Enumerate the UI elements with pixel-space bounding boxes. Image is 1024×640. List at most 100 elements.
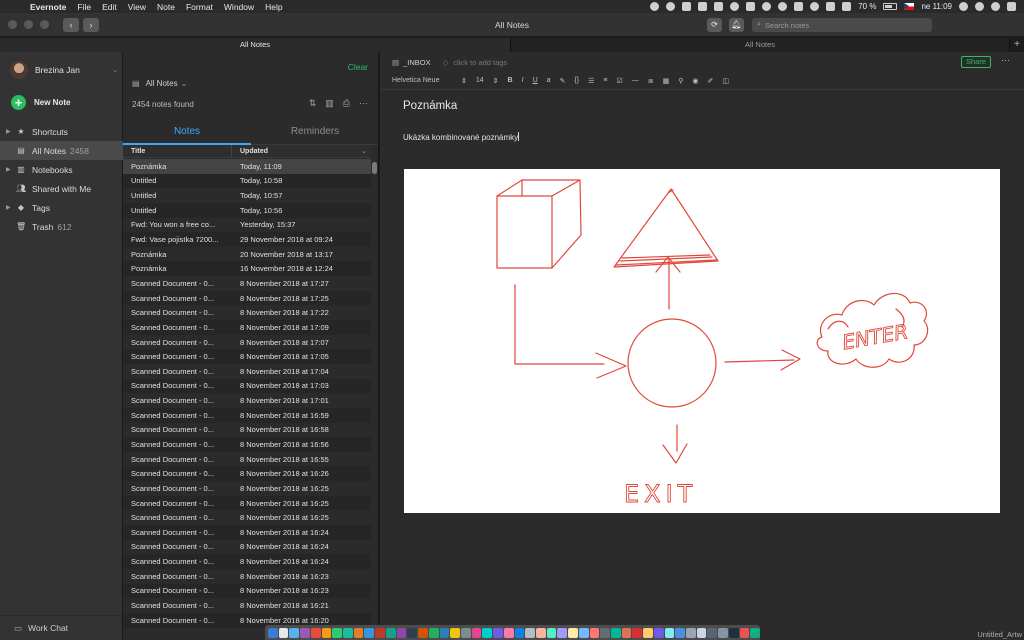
airplay-icon[interactable] <box>826 2 836 11</box>
tray-time-machine-icon[interactable] <box>762 2 772 11</box>
dock-app-icon[interactable] <box>268 627 278 638</box>
volume-icon[interactable] <box>842 2 852 11</box>
notifications-button[interactable]: 🔔︎ <box>729 18 744 32</box>
tab-reminders[interactable]: Reminders <box>251 119 378 145</box>
new-note-button[interactable]: + New Note <box>11 95 70 110</box>
table-row[interactable]: Scanned Document - 0... 8 November 2018 a… <box>123 554 371 569</box>
dock-app-icon[interactable] <box>632 627 643 638</box>
dock-app-icon[interactable] <box>300 627 310 638</box>
battery-percent[interactable]: 70 % <box>858 2 876 11</box>
tab-notes[interactable]: Notes <box>123 119 251 145</box>
table-row[interactable]: Scanned Document - 0... 8 November 2018 a… <box>123 452 371 467</box>
share-list-icon[interactable]: ⎙ <box>343 98 350 109</box>
table-row[interactable]: Scanned Document - 0... 8 November 2018 a… <box>123 525 371 540</box>
menu-edit[interactable]: Edit <box>102 2 117 12</box>
tray-app-icon[interactable] <box>650 2 660 11</box>
dock-app-icon[interactable] <box>289 627 300 638</box>
dock-app-icon[interactable] <box>503 627 514 638</box>
font-family-select[interactable]: Helvetica Neue <box>392 77 452 84</box>
table-row[interactable]: Scanned Document - 0... 8 November 2018 a… <box>123 540 371 555</box>
dock-app-icon[interactable] <box>396 627 407 638</box>
sketch-icon[interactable]: ✐ <box>708 77 714 85</box>
sort-icon[interactable]: ⇅ <box>309 98 317 109</box>
dock-app-icon[interactable] <box>578 627 589 638</box>
table-row[interactable]: Scanned Document - 0... 8 November 2018 a… <box>123 378 371 394</box>
dock-app-icon[interactable] <box>353 627 364 638</box>
table-row[interactable]: Untitled Today, 10:57 <box>123 188 371 203</box>
table-row[interactable]: Scanned Document - 0... 8 November 2018 a… <box>123 335 371 350</box>
table-row[interactable]: Scanned Document - 0... 8 November 2018 a… <box>123 437 371 452</box>
dock-app-icon[interactable] <box>686 627 696 638</box>
numbered-list-icon[interactable]: ≡ <box>603 77 607 84</box>
dock-app-icon[interactable] <box>418 627 428 638</box>
bluetooth-icon[interactable] <box>794 2 804 11</box>
table-row[interactable]: Scanned Document - 0... 8 November 2018 a… <box>123 481 371 496</box>
table-row[interactable]: Scanned Document - 0... 8 November 2018 a… <box>123 569 371 584</box>
work-chat-button[interactable]: ▭ Work Chat <box>0 615 123 640</box>
dock-app-icon[interactable] <box>460 627 471 638</box>
dock-app-icon[interactable] <box>471 627 482 638</box>
sidebar-item-shared-with-me[interactable]: 👥︎ Shared with Me <box>0 179 123 198</box>
dock-app-icon[interactable] <box>600 627 610 638</box>
table-row[interactable]: Poznámka 20 November 2018 at 13:17 <box>123 247 371 262</box>
desktop-file-label[interactable]: Untitled_Artw <box>977 630 1022 639</box>
dock-app-icon[interactable] <box>385 627 396 638</box>
more-options-icon[interactable]: ··· <box>359 98 368 109</box>
dock-app-icon[interactable] <box>321 627 332 638</box>
expand-arrow-icon[interactable]: ▶ <box>6 128 14 135</box>
dock-app-icon[interactable] <box>546 627 557 638</box>
checkbox-icon[interactable]: ☑ <box>616 77 622 85</box>
dock-app-icon[interactable] <box>589 627 600 638</box>
table-row[interactable]: Scanned Document - 0... 8 November 2018 a… <box>123 276 371 291</box>
dock-app-icon[interactable] <box>653 627 664 638</box>
table-row[interactable]: Fwd: Vase pojistka 7200... 29 November 20… <box>123 232 371 247</box>
dock-app-icon[interactable] <box>664 627 675 638</box>
dock-app-icon[interactable] <box>728 627 739 638</box>
table-row[interactable]: Scanned Document - 0... 8 November 2018 a… <box>123 407 371 423</box>
presentation-icon[interactable]: ◫ <box>722 77 729 85</box>
note-title[interactable]: Poznámka <box>403 100 457 112</box>
table-row[interactable]: Scanned Document - 0... 8 November 2018 a… <box>123 583 371 599</box>
sidebar-item-trash[interactable]: 🗑︎ Trash 612 <box>0 217 123 236</box>
font-stepper-icon[interactable]: ⇕ <box>461 77 467 85</box>
close-window-button[interactable] <box>8 20 17 29</box>
menu-window[interactable]: Window <box>224 2 254 12</box>
table-row[interactable]: Untitled Today, 10:56 <box>123 202 371 218</box>
tray-clock-icon[interactable] <box>778 2 788 11</box>
expand-arrow-icon[interactable]: ▶ <box>6 166 14 173</box>
table-row[interactable]: Scanned Document - 0... 8 November 2018 a… <box>123 510 371 525</box>
zoom-window-button[interactable] <box>40 20 49 29</box>
menu-app[interactable]: Evernote <box>30 2 66 12</box>
minimize-window-button[interactable] <box>24 20 33 29</box>
tab-all-notes[interactable]: All Notes <box>511 38 1010 52</box>
sidebar-item-notebooks[interactable]: ▶ ▥ Notebooks <box>0 160 123 179</box>
menu-format[interactable]: Format <box>186 2 213 12</box>
dock-app-icon[interactable] <box>750 627 761 638</box>
dock-app-icon[interactable] <box>568 627 578 638</box>
dock-app-icon[interactable] <box>428 627 439 638</box>
text-color-icon[interactable]: a <box>547 77 551 84</box>
table-row[interactable]: Scanned Document - 0... 8 November 2018 a… <box>123 598 371 613</box>
notebook-picker[interactable]: ▤ _INBOX <box>392 58 431 67</box>
new-tab-button[interactable]: + <box>1010 38 1024 52</box>
table-row[interactable]: Scanned Document - 0... 8 November 2018 a… <box>123 423 371 438</box>
dock-app-icon[interactable] <box>514 627 525 638</box>
dock-app-icon[interactable] <box>482 627 493 638</box>
wifi-icon[interactable] <box>810 2 820 11</box>
highlight-icon[interactable]: ✎ <box>560 77 566 85</box>
bullet-list-icon[interactable]: ☰ <box>588 77 594 85</box>
dock-app-icon[interactable] <box>621 627 632 638</box>
table-row[interactable]: Scanned Document - 0... 8 November 2018 a… <box>123 320 371 335</box>
table-row[interactable]: Scanned Document - 0... 8 November 2018 a… <box>123 466 371 482</box>
dropbox-icon[interactable] <box>698 2 708 11</box>
menu-note[interactable]: Note <box>157 2 175 12</box>
add-tags-field[interactable]: ◇ click to add tags <box>443 58 508 67</box>
dock-app-icon[interactable] <box>278 627 289 638</box>
table-row[interactable]: Untitled Today, 10:58 <box>123 173 371 189</box>
view-toggle-icon[interactable]: ▥ <box>325 98 334 109</box>
dock-app-icon[interactable] <box>525 627 535 638</box>
dock-app-icon[interactable] <box>643 627 653 638</box>
font-size-select[interactable]: 14 <box>476 77 484 84</box>
table-row[interactable]: Scanned Document - 0... 8 November 2018 a… <box>123 305 371 320</box>
record-audio-icon[interactable]: ◉ <box>692 77 698 85</box>
